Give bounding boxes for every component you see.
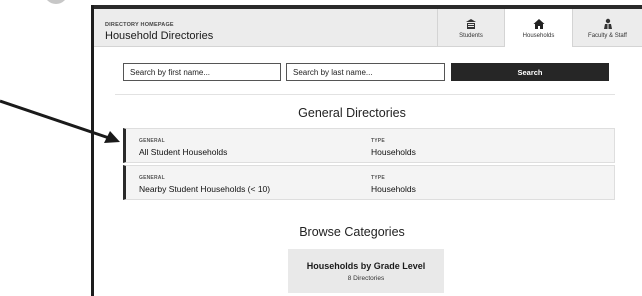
- directory-type: Households: [371, 184, 416, 194]
- category-count: 8 Directories: [347, 275, 385, 282]
- header-kicker: DIRECTORY HOMEPAGE: [105, 22, 174, 28]
- page-header: DIRECTORY HOMEPAGE Household Directories…: [94, 9, 642, 47]
- house-icon: [533, 18, 544, 29]
- first-name-search-input[interactable]: [123, 63, 281, 81]
- directory-type: Households: [371, 147, 416, 157]
- search-button[interactable]: Search: [451, 63, 609, 81]
- browse-categories-heading: Browse Categories: [299, 225, 405, 239]
- tab-faculty-staff[interactable]: Faculty & Staff: [572, 9, 642, 47]
- tab-faculty-label: Faculty & Staff: [588, 32, 627, 39]
- directory-name: All Student Households: [139, 147, 228, 157]
- section-divider: [115, 94, 615, 95]
- category-title: Households by Grade Level: [306, 261, 426, 271]
- directory-type-label: TYPE: [371, 175, 385, 181]
- school-icon: [466, 18, 476, 29]
- last-name-search-input[interactable]: [286, 63, 445, 81]
- page-title: Household Directories: [105, 30, 214, 42]
- tab-students-label: Students: [459, 32, 483, 39]
- directory-group-label: GENERAL: [139, 138, 165, 144]
- tab-students[interactable]: Students: [437, 9, 504, 47]
- screenshot-stage: DIRECTORY HOMEPAGE Household Directories…: [0, 0, 642, 296]
- staff-icon: [603, 18, 612, 29]
- tab-households[interactable]: Households: [504, 9, 572, 47]
- category-card-grade-level[interactable]: Households by Grade Level 8 Directories: [288, 249, 444, 293]
- corner-disc: [44, 0, 68, 4]
- tab-households-label: Households: [522, 32, 555, 39]
- directory-row-nearby-households[interactable]: GENERAL Nearby Student Households (< 10)…: [123, 165, 615, 200]
- directory-row-all-households[interactable]: GENERAL All Student Households TYPE Hous…: [123, 128, 615, 163]
- directory-name: Nearby Student Households (< 10): [139, 184, 271, 194]
- annotation-arrow-icon: [0, 99, 120, 143]
- directory-type-label: TYPE: [371, 138, 385, 144]
- directory-group-label: GENERAL: [139, 175, 165, 181]
